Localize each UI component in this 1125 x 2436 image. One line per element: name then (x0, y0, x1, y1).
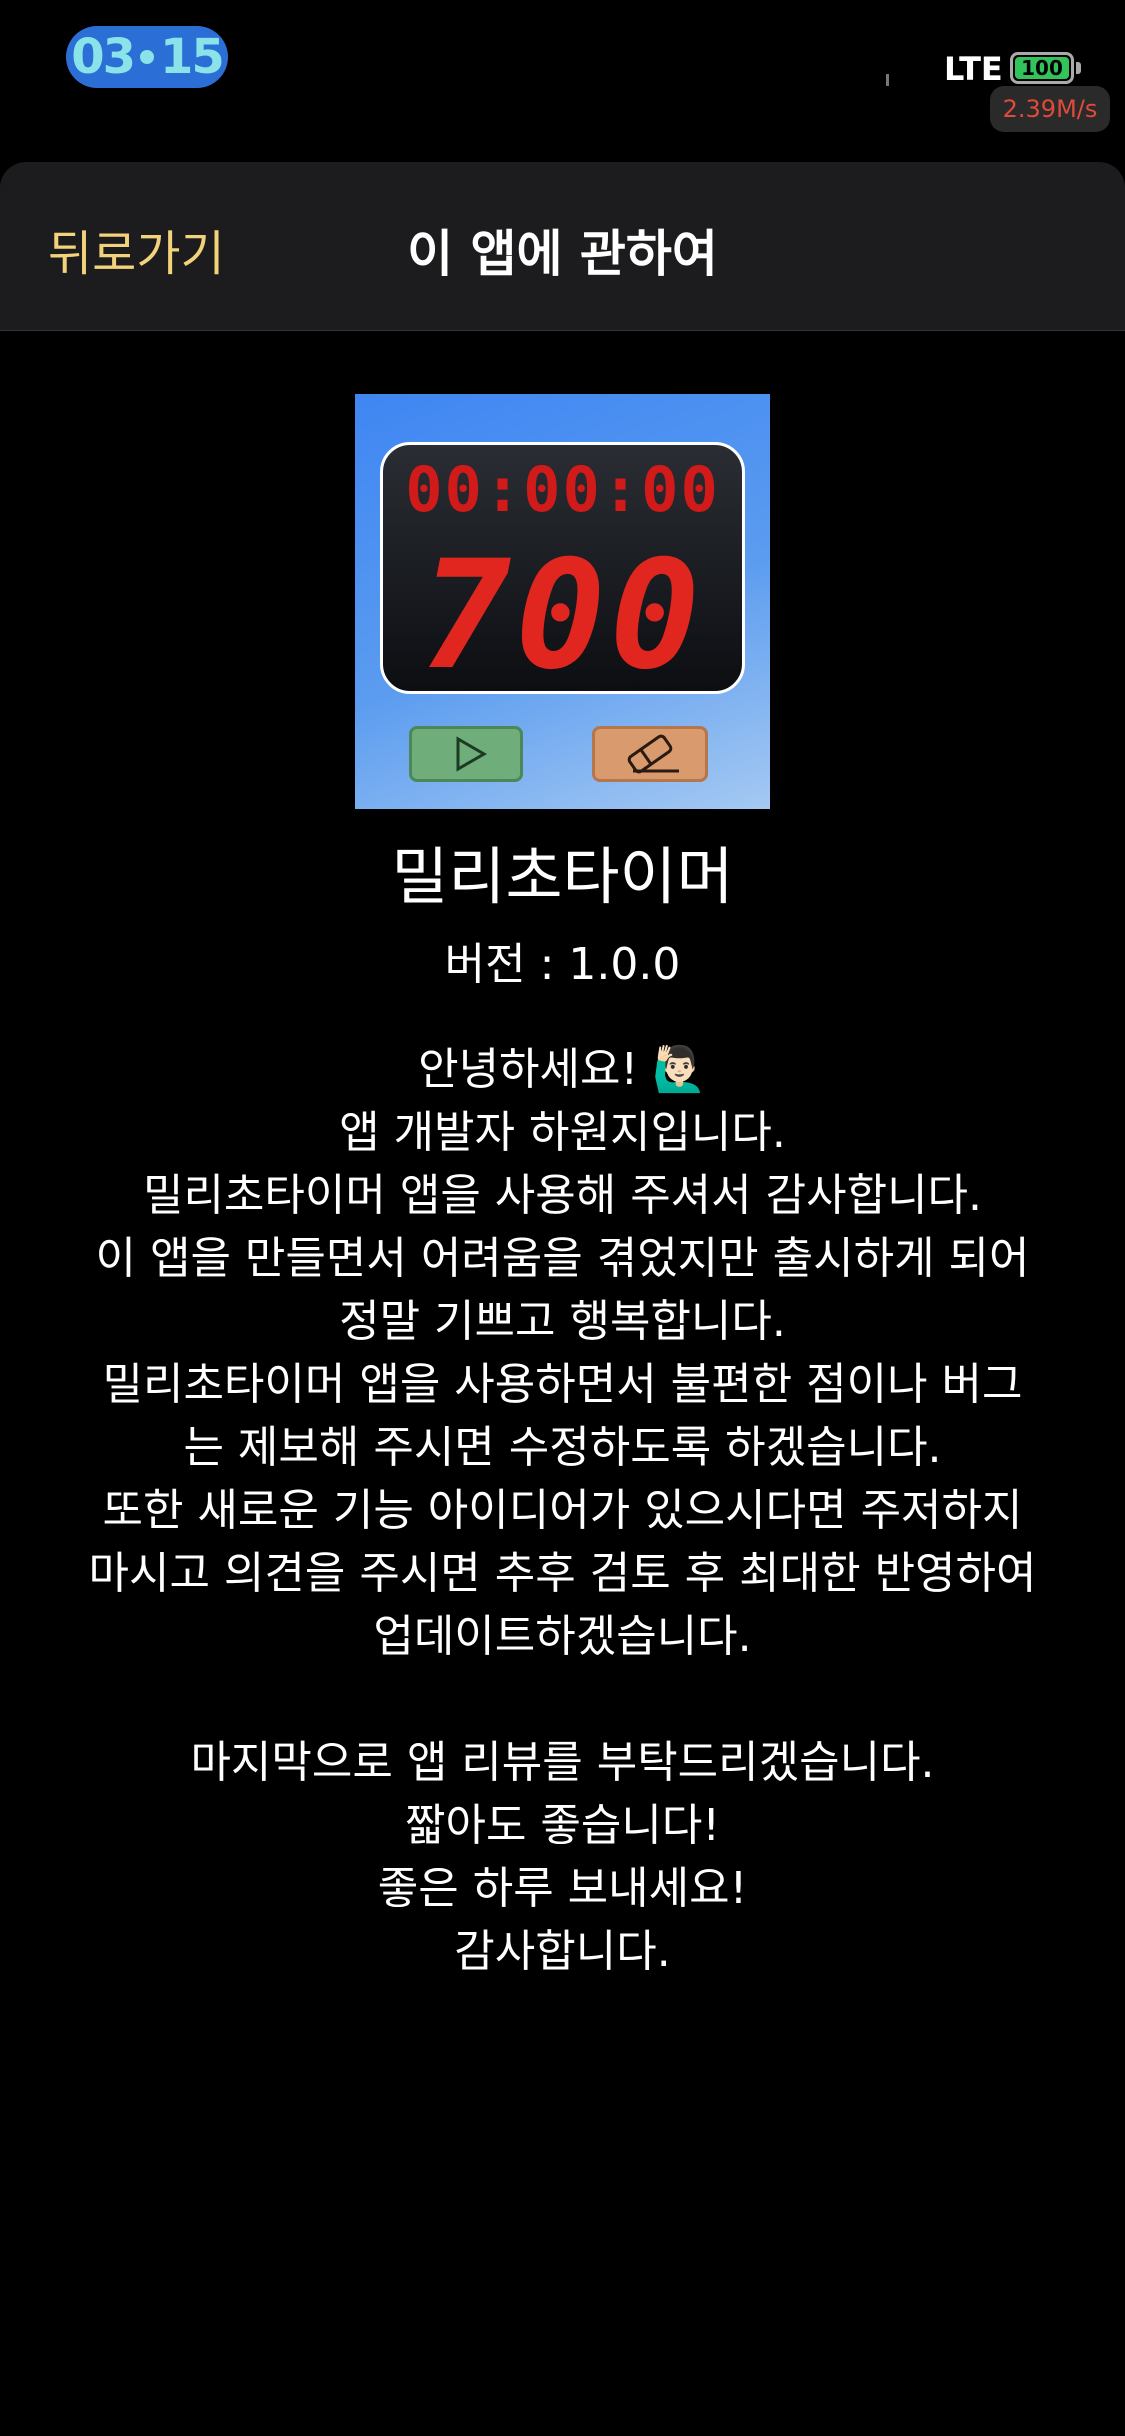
message-line: 마시고 의견을 주시면 추후 검토 후 최대한 반영하여 (88, 1548, 1037, 1599)
message-line: 안녕하세요! 🙋🏻‍♂️ (418, 1044, 707, 1095)
closing-line: 감사합니다. (454, 1926, 671, 1977)
eraser-icon (627, 734, 679, 774)
play-button-graphic (409, 726, 523, 782)
developer-message: 안녕하세요! 🙋🏻‍♂️ 앱 개발자 하원지입니다. 밀리초타이머 앱을 사용해… (40, 1038, 1085, 1983)
network-type: LTE (944, 50, 1003, 88)
closing-line: 짧아도 좋습니다! (405, 1800, 720, 1851)
message-line: 정말 기쁘고 행복합니다. (339, 1296, 786, 1347)
battery-cap (1076, 62, 1081, 74)
signal-icon (886, 74, 889, 86)
status-bar: 03 15 LTE 100 2.39M/s (0, 0, 1125, 150)
app-icon: 00:00:00 700 (355, 394, 770, 809)
message-line: 이 앱을 만들면서 어려움을 겪었지만 출시하게 되어 (95, 1233, 1030, 1284)
navigation-bar: 뒤로가기 이 앱에 관하여 (0, 162, 1125, 331)
play-icon (456, 736, 488, 772)
clock-dot-icon (140, 50, 154, 64)
message-line: 밀리초타이머 앱을 사용하면서 불편한 점이나 버그 (102, 1359, 1023, 1410)
timer-time-display: 00:00:00 (405, 453, 720, 526)
timer-screen: 00:00:00 700 (380, 442, 745, 694)
status-clock: 03 15 (66, 26, 228, 88)
clock-hours: 03 (71, 29, 136, 85)
app-version: 버전 : 1.0.0 (444, 939, 681, 990)
message-line: 앱 개발자 하원지입니다. (339, 1107, 786, 1158)
page-title: 이 앱에 관하여 (407, 225, 718, 283)
app-name: 밀리초타이머 (391, 840, 734, 913)
message-line: 는 제보해 주시면 수정하도록 하겠습니다. (183, 1422, 942, 1473)
network-speed: 2.39M/s (990, 86, 1110, 132)
clock-minutes: 15 (160, 29, 225, 85)
battery-level: 100 (1021, 56, 1063, 80)
message-line: 밀리초타이머 앱을 사용해 주셔서 감사합니다. (142, 1170, 983, 1221)
message-line: 업데이트하겠습니다. (373, 1611, 752, 1662)
reset-button-graphic (592, 726, 708, 782)
timer-count-display: 700 (421, 529, 704, 694)
message-line: 또한 새로운 기능 아이디어가 있으시다면 주저하지 (102, 1485, 1023, 1536)
closing-line: 마지막으로 앱 리뷰를 부탁드리겠습니다. (190, 1737, 935, 1788)
battery-icon: 100 (1010, 52, 1074, 84)
closing-line: 좋은 하루 보내세요! (377, 1863, 748, 1914)
